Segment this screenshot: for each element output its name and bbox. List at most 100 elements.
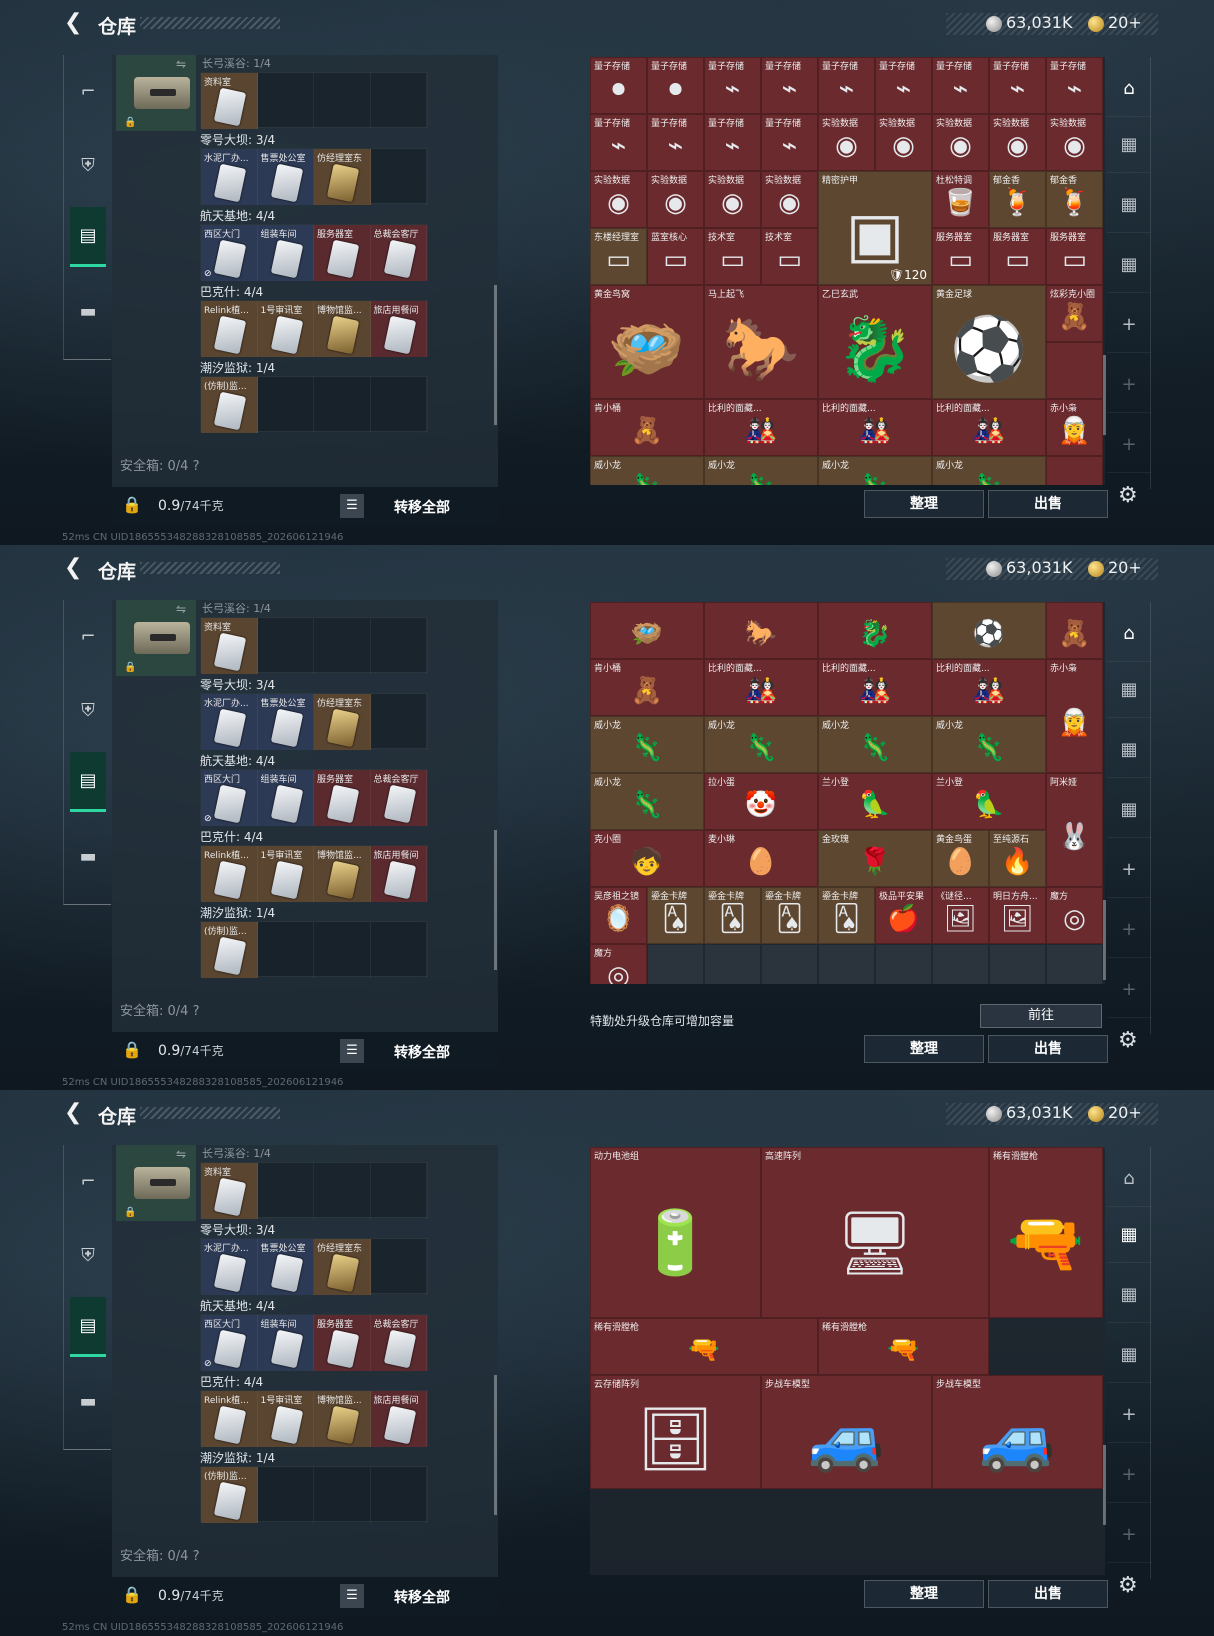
key-slot[interactable]: 服务器室	[314, 770, 371, 826]
key-slot[interactable]: Relink植...	[201, 301, 258, 357]
inventory-item[interactable]: 威小龙 🦎	[818, 716, 932, 773]
inventory-item[interactable]: 技术室 ▭	[704, 228, 761, 285]
key-slot[interactable]: 1号审讯室	[257, 1391, 314, 1447]
clipboard-icon[interactable]: ▤	[70, 207, 106, 267]
inventory-item[interactable]: 云存储阵列 🗄	[590, 1375, 761, 1489]
transfer-all-button[interactable]: 转移全部	[394, 497, 450, 517]
key-slot[interactable]	[314, 922, 371, 978]
sell-button[interactable]: 出售	[988, 490, 1108, 518]
back-arrow-icon[interactable]: ❮	[64, 1102, 84, 1124]
inventory-item[interactable]: 东楼经理室 ▭	[590, 228, 647, 285]
inventory-item[interactable]: 🐉	[818, 602, 932, 659]
inventory-item[interactable]: 黄金鸟窝 🪺	[590, 285, 704, 399]
inventory-item[interactable]: 🧸	[1046, 602, 1103, 659]
add-tab-icon-dim[interactable]: +	[1107, 417, 1151, 473]
gold-amount[interactable]: 20+	[1108, 13, 1142, 32]
organize-button[interactable]: 整理	[864, 1580, 984, 1608]
gold-amount[interactable]: 20+	[1108, 1103, 1142, 1122]
transfer-all-button[interactable]: 转移全部	[394, 1587, 450, 1607]
inventory-item[interactable]: 稀有滑膛枪 🔫	[818, 1318, 989, 1375]
left-scrollbar[interactable]	[494, 830, 497, 970]
key-slot[interactable]: 博物馆监...	[314, 1391, 371, 1447]
inventory-item[interactable]: 《谜径... 🖼	[932, 887, 989, 944]
key-slot[interactable]: 资料室	[201, 1163, 258, 1219]
inventory-item[interactable]: 杜松特调 🥃	[932, 171, 989, 228]
key-slot[interactable]: 博物馆监...	[314, 301, 371, 357]
key-slot[interactable]	[314, 377, 371, 433]
add-tab-icon[interactable]: +	[1107, 297, 1151, 353]
key-slot[interactable]: 博物馆监...	[314, 846, 371, 902]
key-slot[interactable]: 售票处公室	[257, 149, 314, 205]
storage-tab-4b[interactable]: ▦	[1107, 1267, 1151, 1323]
inventory-item[interactable]	[1046, 342, 1103, 399]
inventory-item[interactable]: 吴彦祖之镜 🪞	[590, 887, 647, 944]
inventory-item[interactable]: 比利的面藏... 🎎	[932, 659, 1046, 716]
add-tab-icon-dim[interactable]: +	[1107, 962, 1151, 1018]
left-scrollbar[interactable]	[494, 285, 497, 425]
key-slot[interactable]: Relink植...	[201, 1391, 258, 1447]
home-tab-icon[interactable]: ⌂	[1107, 1151, 1151, 1207]
inventory-item[interactable]: 比利的面藏... 🎎	[704, 399, 818, 456]
key-slot[interactable]: 总裁会客厅	[370, 1315, 427, 1371]
back-arrow-icon[interactable]: ❮	[64, 12, 84, 34]
key-slot[interactable]	[258, 1467, 314, 1523]
key-slot[interactable]: (仿制)监...	[201, 1467, 258, 1523]
inventory-item[interactable]: 蓝室核心 ▭	[647, 228, 704, 285]
inventory-item[interactable]: 稀有滑膛枪 🔫	[989, 1147, 1103, 1318]
list-icon[interactable]: ☰	[340, 1584, 364, 1608]
inventory-item[interactable]: 麦小琳 🥚	[704, 830, 818, 887]
inventory-item[interactable]: 郁金香 🍹	[1046, 171, 1103, 228]
inventory-item[interactable]: 动力电池组 🔋	[590, 1147, 761, 1318]
add-tab-icon-dim[interactable]: +	[1107, 902, 1151, 958]
key-slot[interactable]	[371, 618, 427, 674]
storage-tab-4b[interactable]: ▦	[1107, 722, 1151, 778]
inventory-item[interactable]: 实验数据 ◉	[818, 114, 875, 171]
key-slot[interactable]: 仿经理室东	[314, 694, 371, 750]
key-slot[interactable]: 西区大门 ⊘	[201, 1315, 258, 1371]
storage-tab-4c[interactable]: ▦	[1107, 237, 1151, 293]
inventory-item[interactable]: 炫彩克小圈 🧸	[1046, 285, 1103, 342]
organize-button[interactable]: 整理	[864, 1035, 984, 1063]
inventory-item[interactable]: 量子存储 ⌁	[1046, 57, 1103, 114]
inventory-item[interactable]: 量子存储 ⌁	[818, 57, 875, 114]
storage-tab-4b[interactable]: ▦	[1107, 177, 1151, 233]
key-slot[interactable]: 仿经理室东	[314, 149, 371, 205]
safe-box-label[interactable]: 安全箱: 0/4 ?	[120, 1000, 199, 1019]
inventory-item[interactable]: 拉小蛋 🤡	[704, 773, 818, 830]
inventory-item[interactable]: 量子存储 ⏺	[647, 57, 704, 114]
swap-icon[interactable]: ⇋	[176, 57, 186, 71]
key-slot[interactable]: 售票处公室	[257, 694, 314, 750]
inventory-item[interactable]: 威小龙 🦎	[932, 716, 1046, 773]
inventory-item[interactable]: 乙巳玄武 🐉	[818, 285, 932, 399]
armor-icon[interactable]: ⛨	[70, 135, 106, 195]
inventory-item[interactable]: 量子存储 ⌁	[932, 57, 989, 114]
inventory-item[interactable]: 至纯源石 🔥	[989, 830, 1046, 887]
key-slot[interactable]: 总裁会客厅	[370, 225, 427, 281]
inventory-item[interactable]: 马上起飞 🐎	[704, 285, 818, 399]
inventory-item[interactable]: 比利的面藏... 🎎	[932, 399, 1046, 456]
key-slot[interactable]	[314, 1467, 371, 1523]
add-tab-icon-dim[interactable]: +	[1107, 357, 1151, 413]
sell-button[interactable]: 出售	[988, 1580, 1108, 1608]
safe-box-label[interactable]: 安全箱: 0/4 ?	[120, 455, 199, 474]
inventory-item[interactable]: 赤小枭 🧝	[1046, 659, 1103, 773]
inventory-item[interactable]: 稀有滑膛枪 🔫	[590, 1318, 818, 1375]
inventory-item[interactable]: 克小圈 🧒	[590, 830, 704, 887]
swap-icon[interactable]: ⇋	[176, 1147, 186, 1161]
clipboard-icon[interactable]: ▤	[70, 752, 106, 812]
home-tab-icon[interactable]: ⌂	[1107, 61, 1151, 117]
inventory-item[interactable]: 实验数据 ◉	[989, 114, 1046, 171]
inventory-item[interactable]: 量子存储 ⏺	[590, 57, 647, 114]
key-slot[interactable]: 资料室	[201, 73, 258, 129]
inventory-item[interactable]: 🪺	[590, 602, 704, 659]
key-slot[interactable]: 总裁会客厅	[370, 770, 427, 826]
inventory-item[interactable]: 威小龙 🦎	[590, 456, 704, 485]
inventory-item[interactable]: 阿米娅 🐰	[1046, 773, 1103, 887]
storage-tab-4[interactable]: ▦	[1107, 117, 1151, 173]
right-scrollbar[interactable]	[1103, 355, 1106, 435]
key-slot[interactable]: 旅店用餐间	[370, 1391, 427, 1447]
inventory-item[interactable]: 魔方 ◎	[1046, 887, 1103, 944]
key-slot[interactable]: 售票处公室	[257, 1239, 314, 1295]
list-icon[interactable]: ☰	[340, 1039, 364, 1063]
organize-button[interactable]: 整理	[864, 490, 984, 518]
